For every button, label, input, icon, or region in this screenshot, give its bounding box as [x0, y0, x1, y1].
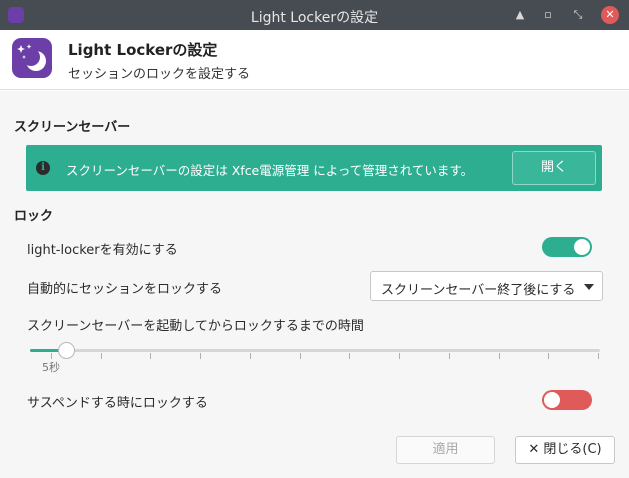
auto-lock-selected-value: スクリーンセーバー終了後にする: [381, 283, 576, 298]
slider-tick: [249, 353, 251, 359]
auto-lock-dropdown[interactable]: スクリーンセーバー終了後にする: [370, 271, 603, 301]
maximize-icon[interactable]: ▫: [539, 6, 557, 24]
window-close-button[interactable]: ✕: [601, 6, 619, 24]
dialog-header: Light Lockerの設定 セッションのロックを設定する: [0, 30, 629, 90]
chevron-down-icon: [584, 284, 594, 290]
lock-delay-slider-handle[interactable]: [58, 342, 76, 359]
lock-delay-slider-track[interactable]: [30, 349, 600, 352]
lock-on-suspend-toggle[interactable]: [542, 390, 592, 410]
slider-tick: [548, 353, 550, 359]
lock-delay-value: 5秒: [42, 361, 60, 374]
toggle-knob: [544, 392, 560, 408]
slider-tick: [150, 353, 152, 359]
screensaver-section-title: スクリーンセーバー: [14, 120, 131, 135]
window-title: Light Lockerの設定: [250, 10, 379, 26]
slider-tick: [498, 353, 500, 359]
restore-icon[interactable]: ⤡: [569, 6, 587, 24]
screensaver-info-bar: i スクリーンセーバーの設定は Xfce電源管理 によって管理されています。 開…: [26, 145, 602, 191]
info-icon: i: [36, 161, 50, 175]
auto-lock-label: 自動的にセッションをロックする: [27, 282, 223, 297]
enable-light-locker-toggle[interactable]: [542, 237, 592, 257]
lock-delay-label: スクリーンセーバーを起動してからロックするまでの時間: [27, 319, 364, 334]
open-power-manager-button[interactable]: 開く: [512, 151, 596, 185]
slider-tick: [100, 353, 102, 359]
toggle-knob: [574, 239, 590, 255]
slider-tick: [399, 353, 401, 359]
moon-stars-glyph: [17, 44, 46, 71]
enable-light-locker-label: light-lockerを有効にする: [27, 243, 178, 258]
header-title: Light Lockerの設定: [68, 41, 218, 59]
header-subtitle: セッションのロックを設定する: [68, 67, 251, 82]
slider-tick: [448, 353, 450, 359]
minimize-icon[interactable]: ▲: [511, 6, 529, 24]
slider-tick: [349, 353, 351, 359]
close-button[interactable]: ✕ 閉じる(C): [515, 436, 615, 464]
dialog-content: スクリーンセーバー i スクリーンセーバーの設定は Xfce電源管理 によって管…: [0, 91, 629, 478]
lock-section-title: ロック: [14, 209, 54, 224]
slider-tick: [598, 353, 599, 359]
lock-on-suspend-label: サスペンドする時にロックする: [27, 396, 208, 411]
apply-button[interactable]: 適用: [396, 436, 495, 464]
slider-tick: [299, 353, 301, 359]
window-titlebar[interactable]: Light Lockerの設定 ▲ ▫ ⤡ ✕: [0, 0, 629, 30]
screensaver-info-text: スクリーンセーバーの設定は Xfce電源管理 によって管理されています。: [66, 163, 474, 178]
moon-stars-icon: [12, 38, 52, 78]
slider-tick: [200, 353, 202, 359]
